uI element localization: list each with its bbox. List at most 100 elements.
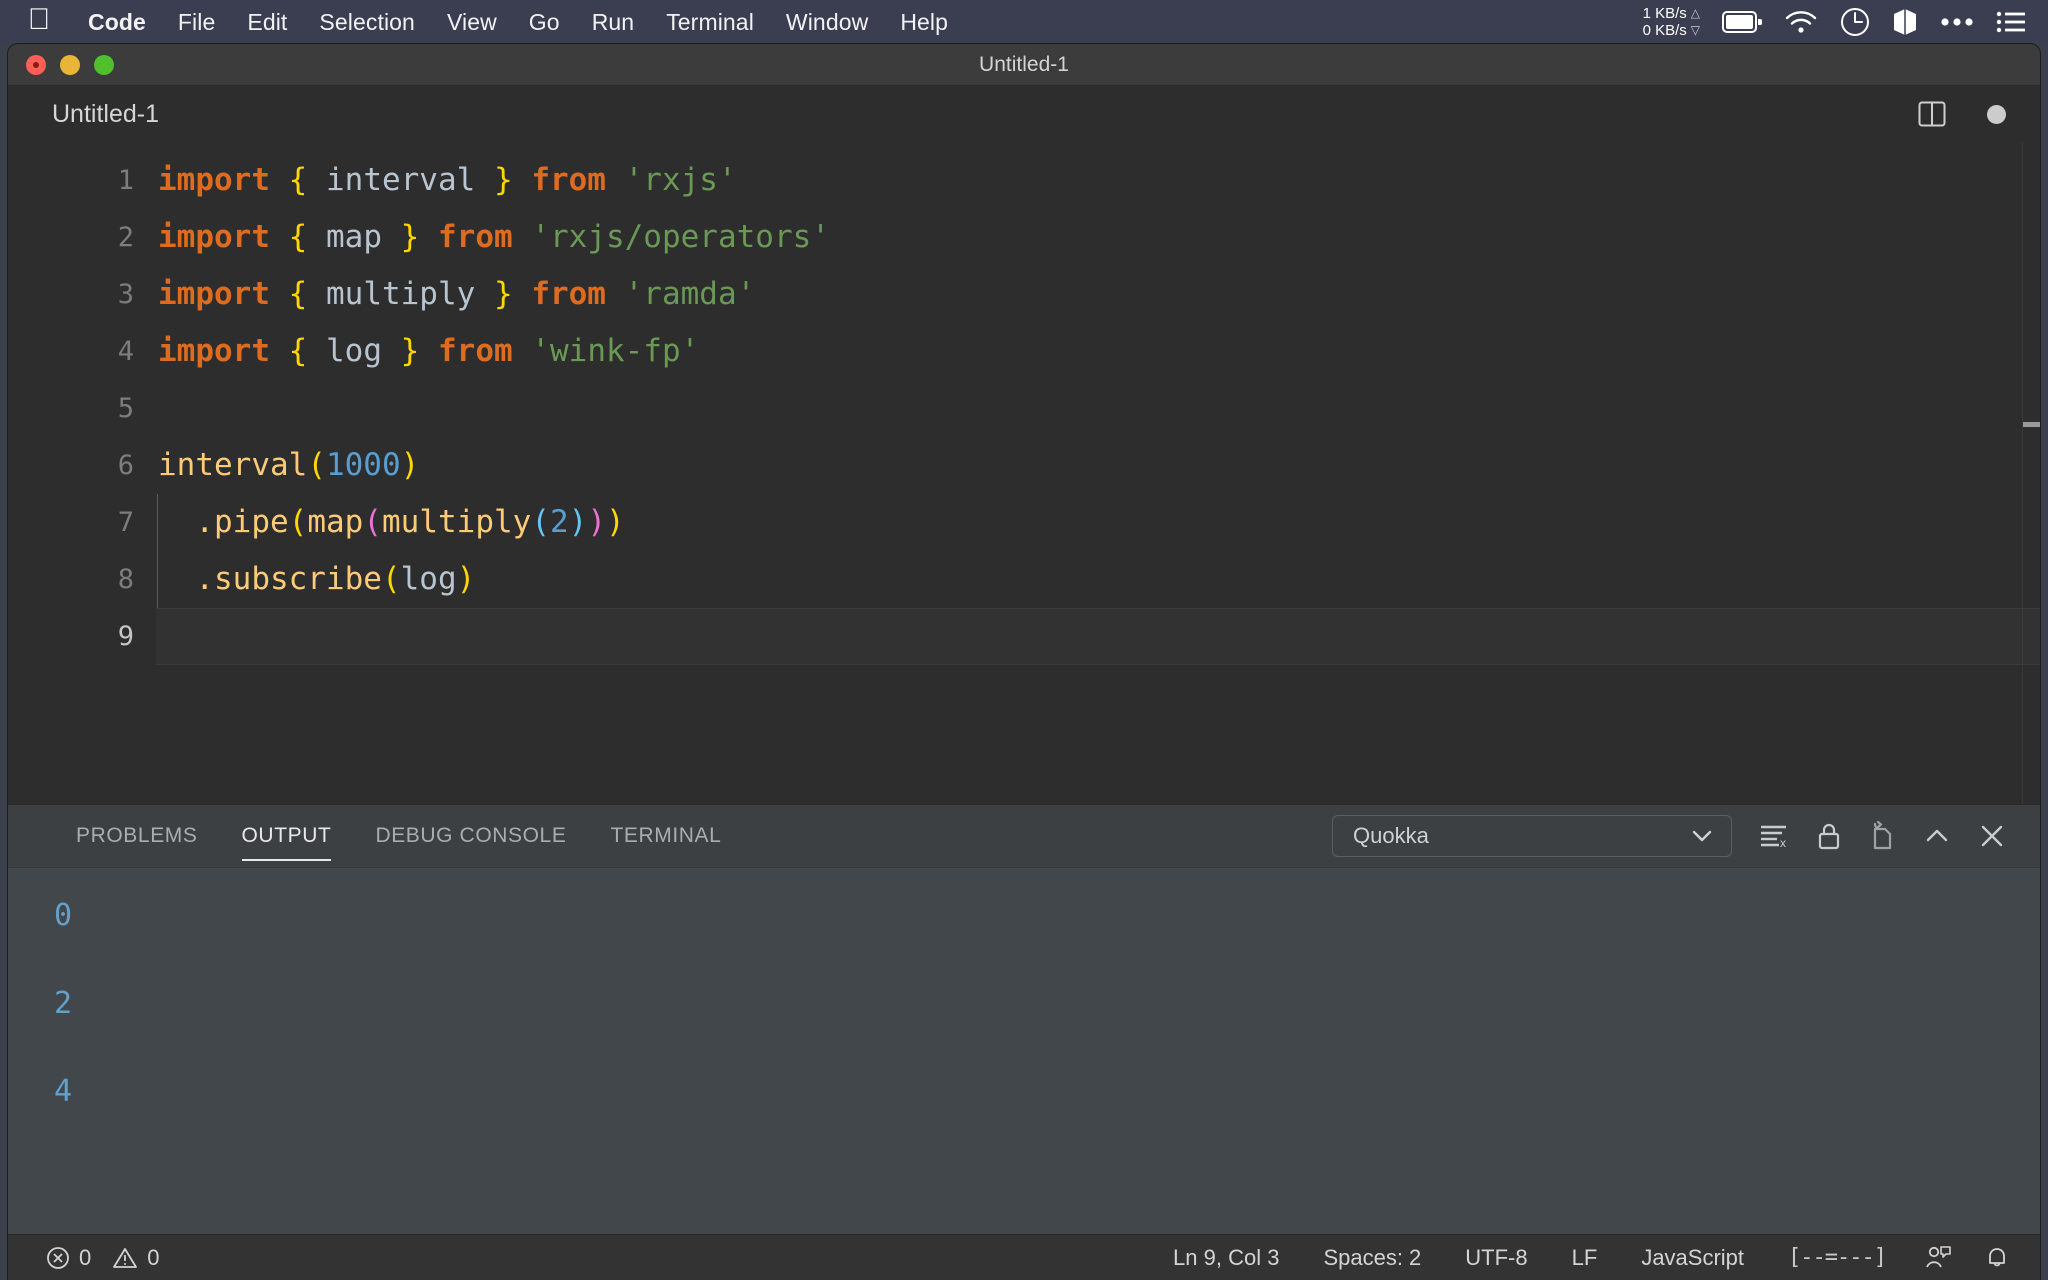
menu-item-window[interactable]: Window: [770, 5, 884, 40]
list-icon[interactable]: [1996, 11, 2026, 33]
code-token: {: [288, 333, 308, 369]
code-line[interactable]: import { map } from 'rxjs/operators': [156, 209, 2040, 266]
close-button[interactable]: [26, 54, 46, 75]
svg-text:x: x: [1780, 836, 1786, 850]
code-token: 2: [549, 504, 569, 540]
code-token: multiply: [382, 504, 532, 540]
code-line[interactable]: .subscribe(log): [156, 551, 2040, 608]
clear-output-icon[interactable]: x: [1758, 822, 1790, 850]
code-token: map: [307, 219, 401, 255]
code-token: 'rxjs': [624, 162, 737, 198]
code-token: import: [158, 333, 270, 369]
network-speed-indicator[interactable]: 1 KB/s 0 KB/s △ ▽: [1643, 5, 1700, 39]
editor-filename-label: Untitled-1: [52, 99, 159, 128]
status-encoding[interactable]: UTF-8: [1449, 1245, 1543, 1271]
output-channel-select[interactable]: Quokka: [1332, 815, 1732, 857]
menu-item-file[interactable]: File: [162, 5, 231, 40]
minimize-button[interactable]: [60, 54, 80, 75]
open-in-editor-icon[interactable]: [1868, 821, 1896, 851]
menu-item-code[interactable]: Code: [72, 5, 162, 40]
vscode-window: Untitled-1 Untitled-1 1 2 3 4 5 6 7 8 9 import {…: [8, 44, 2040, 1280]
status-eol[interactable]: LF: [1556, 1245, 1614, 1271]
line-number: 5: [117, 393, 134, 424]
panel-tab-problems[interactable]: PROBLEMS: [54, 805, 220, 867]
feedback-icon[interactable]: [1914, 1244, 1962, 1272]
notifications-bell-icon[interactable]: [1974, 1244, 2020, 1272]
chevron-down-icon: [1689, 827, 1715, 845]
status-language-mode[interactable]: JavaScript: [1625, 1245, 1760, 1271]
battery-icon[interactable]: [1722, 11, 1762, 33]
code-editor[interactable]: 1 2 3 4 5 6 7 8 9 import { interval } from 'rxjs…: [8, 142, 2040, 804]
menu-item-edit[interactable]: Edit: [231, 5, 303, 40]
code-line[interactable]: import { multiply } from 'ramda': [156, 266, 2040, 323]
maximize-panel-icon[interactable]: [1922, 824, 1952, 848]
code-token: (: [288, 504, 308, 540]
code-line[interactable]: [156, 608, 2040, 665]
code-token: .subscribe: [158, 561, 382, 597]
lock-scroll-icon[interactable]: [1816, 821, 1842, 851]
wifi-icon[interactable]: [1784, 10, 1818, 34]
indent-guide: [157, 494, 158, 551]
ellipsis-icon[interactable]: [1940, 17, 1974, 27]
code-line[interactable]: .pipe(map(multiply(2))): [156, 494, 2040, 551]
close-panel-icon[interactable]: [1978, 822, 2006, 850]
line-number: 1: [117, 165, 134, 196]
line-number: 3: [117, 279, 134, 310]
code-token: {: [288, 219, 308, 255]
panel-body[interactable]: 0 2 4: [8, 867, 2040, 1234]
code-line[interactable]: interval(1000): [156, 437, 2040, 494]
apple-logo-icon[interactable]: : [24, 3, 54, 37]
code-token: multiply: [307, 276, 494, 312]
output-line: 4: [54, 1074, 73, 1109]
line-number-gutter: 1 2 3 4 5 6 7 8 9: [8, 142, 156, 804]
status-indentation[interactable]: Spaces: 2: [1307, 1245, 1437, 1271]
panel-header: PROBLEMS OUTPUT DEBUG CONSOLE TERMINAL Quok…: [8, 805, 2040, 867]
editor-scrollbar[interactable]: [2022, 142, 2040, 804]
warning-count: 0: [147, 1244, 160, 1270]
download-speed: 0 KB/s: [1642, 22, 1687, 39]
split-editor-icon[interactable]: [1917, 99, 1947, 129]
code-token: }: [493, 162, 513, 198]
editor-actions: [1917, 99, 2006, 129]
menu-item-selection[interactable]: Selection: [303, 5, 431, 40]
unsaved-changes-dot[interactable]: [1987, 104, 2006, 124]
window-title-bar: Untitled-1: [8, 44, 2040, 86]
box-icon[interactable]: [1892, 7, 1918, 37]
code-token: from: [531, 162, 606, 198]
menu-item-help[interactable]: Help: [884, 5, 964, 40]
panel-tabs[interactable]: PROBLEMS OUTPUT DEBUG CONSOLE TERMINAL: [54, 805, 743, 867]
maximize-button[interactable]: [94, 54, 114, 75]
code-line[interactable]: [156, 380, 2040, 437]
menu-item-go[interactable]: Go: [513, 5, 576, 40]
clock-icon[interactable]: [1840, 7, 1870, 37]
menu-bar-status-area: 1 KB/s 0 KB/s △ ▽: [1643, 0, 2048, 44]
status-problems[interactable]: 0 0: [36, 1245, 170, 1271]
panel-tab-debug-console[interactable]: DEBUG CONSOLE: [353, 805, 588, 867]
panel-tab-terminal[interactable]: TERMINAL: [588, 805, 743, 867]
menu-bar-items:  Code File Edit Selection View Go Run T…: [0, 0, 964, 44]
output-line: 0: [54, 898, 73, 933]
line-number: 9: [117, 621, 134, 652]
menu-item-run[interactable]: Run: [576, 5, 651, 40]
error-count: 0: [79, 1244, 92, 1270]
code-line[interactable]: import { log } from 'wink-fp': [156, 323, 2040, 380]
status-cursor-position[interactable]: Ln 9, Col 3: [1157, 1245, 1295, 1271]
scrollbar-marker: [2023, 422, 2040, 427]
code-content[interactable]: import { interval } from 'rxjs' import { …: [156, 142, 2040, 804]
code-token: {: [288, 162, 308, 198]
code-token: (: [381, 561, 401, 597]
menu-item-terminal[interactable]: Terminal: [650, 5, 770, 40]
status-layout-indicator[interactable]: [--=---]: [1772, 1245, 1902, 1270]
code-line[interactable]: import { interval } from 'rxjs': [156, 152, 2040, 209]
code-token: ): [456, 561, 476, 597]
panel-tab-output[interactable]: OUTPUT: [220, 805, 354, 867]
upload-speed: 1 KB/s: [1642, 5, 1687, 22]
code-token: }: [400, 333, 420, 369]
menu-item-view[interactable]: View: [431, 5, 513, 40]
